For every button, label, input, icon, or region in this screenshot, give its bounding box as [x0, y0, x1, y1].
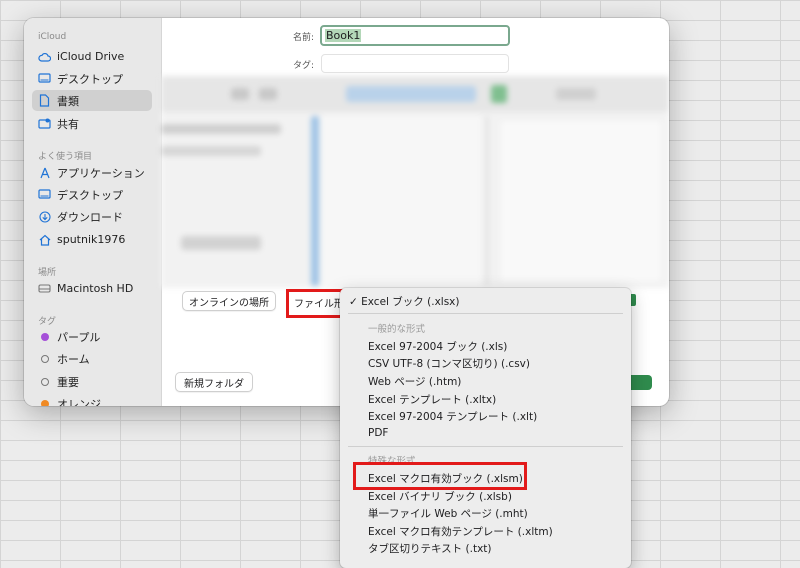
cloud-icon [38, 50, 51, 63]
sidebar-section-favorites: よく使う項目 [38, 152, 93, 162]
checkmark-icon: ✓ [349, 296, 362, 308]
sidebar-item-downloads[interactable]: ダウンロード [32, 206, 152, 227]
menu-item-label: Excel ブック (.xlsx) [361, 296, 460, 308]
sidebar-item-label: デスクトップ [57, 72, 123, 86]
menu-separator [348, 446, 623, 447]
sidebar-tag-home[interactable]: ホーム [32, 348, 152, 369]
sidebar-item-label: Macintosh HD [57, 282, 134, 295]
sidebar-item-desktop-favorite[interactable]: デスクトップ [32, 184, 152, 205]
sidebar-tag-orange[interactable]: オレンジ [32, 393, 152, 406]
empty-tag-dot-icon [38, 375, 51, 388]
desktop-icon [38, 188, 51, 201]
menu-separator [348, 313, 623, 314]
file-browser-blurred[interactable] [161, 76, 669, 288]
sidebar-item-label: アプリケーション [57, 166, 145, 180]
applications-icon [38, 166, 51, 179]
menu-item-xltx[interactable]: Excel テンプレート (.xltx) [368, 392, 496, 407]
empty-tag-dot-icon [38, 352, 51, 365]
online-locations-button[interactable]: オンラインの場所 [182, 291, 276, 311]
file-format-menu: ✓ Excel ブック (.xlsx) 一般的な形式 Excel 97-2004… [340, 288, 631, 568]
sidebar-tag-purple[interactable]: パープル [32, 326, 152, 347]
filename-value: Book1 [325, 29, 362, 42]
sidebar-item-label: sputnik1976 [57, 233, 126, 246]
filename-input[interactable]: Book1 [320, 25, 510, 46]
sidebar-item-icloud-drive[interactable]: iCloud Drive [32, 46, 152, 67]
desktop-icon [38, 72, 51, 85]
sidebar-item-desktop[interactable]: デスクトップ [32, 68, 152, 89]
menu-item-xlsb[interactable]: Excel バイナリ ブック (.xlsb) [368, 489, 512, 504]
sidebar-item-label: 書類 [57, 94, 79, 108]
sidebar-item-label: ホーム [57, 352, 90, 366]
menu-item-xltm[interactable]: Excel マクロ有効テンプレート (.xltm) [368, 524, 553, 539]
menu-item-pdf[interactable]: PDF [368, 427, 388, 439]
sidebar: iCloud iCloud Drive デスクトップ 書類 共有 よく使う項目 … [24, 18, 162, 406]
sidebar-item-macintosh-hd[interactable]: Macintosh HD [32, 278, 152, 299]
new-folder-button[interactable]: 新規フォルダ [175, 372, 253, 392]
tags-input[interactable] [321, 54, 509, 73]
sidebar-section-locations: 場所 [38, 268, 57, 278]
menu-item-htm[interactable]: Web ページ (.htm) [368, 374, 461, 389]
highlight-box-file-format [286, 289, 343, 318]
sidebar-item-label: デスクトップ [57, 188, 123, 202]
sidebar-item-applications[interactable]: アプリケーション [32, 162, 152, 183]
menu-item-txt[interactable]: タブ区切りテキスト (.txt) [368, 541, 492, 556]
sidebar-item-label: ダウンロード [57, 210, 123, 224]
sidebar-item-label: iCloud Drive [57, 50, 125, 63]
sidebar-item-shared[interactable]: 共有 [32, 113, 152, 134]
menu-group-common-header: 一般的な形式 [368, 324, 426, 335]
menu-item-mht[interactable]: 単一ファイル Web ページ (.mht) [368, 506, 528, 521]
sidebar-item-label: パープル [57, 330, 101, 344]
download-icon [38, 210, 51, 223]
home-icon [38, 233, 51, 246]
sidebar-section-icloud: iCloud [38, 32, 67, 42]
sidebar-item-documents[interactable]: 書類 [32, 90, 152, 111]
sidebar-item-label: 共有 [57, 117, 79, 131]
purple-tag-dot-icon [38, 330, 51, 343]
sidebar-tag-important[interactable]: 重要 [32, 371, 152, 392]
orange-tag-dot-icon [38, 397, 51, 406]
sidebar-item-home[interactable]: sputnik1976 [32, 229, 152, 250]
name-field-label: 名前: [292, 33, 314, 43]
sidebar-item-label: オレンジ [57, 397, 101, 407]
menu-item-csv[interactable]: CSV UTF-8 (コンマ区切り) (.csv) [368, 356, 530, 371]
menu-item-xlsx-selected[interactable]: ✓ Excel ブック (.xlsx) [349, 294, 459, 309]
sidebar-item-label: 重要 [57, 375, 79, 389]
hard-drive-icon [38, 282, 51, 295]
shared-folder-icon [38, 117, 51, 130]
highlight-box-xlsm [353, 462, 527, 490]
menu-item-xlt[interactable]: Excel 97-2004 テンプレート (.xlt) [368, 409, 537, 424]
tag-field-label: タグ: [292, 61, 314, 71]
document-icon [38, 94, 51, 107]
menu-item-xls[interactable]: Excel 97-2004 ブック (.xls) [368, 339, 507, 354]
